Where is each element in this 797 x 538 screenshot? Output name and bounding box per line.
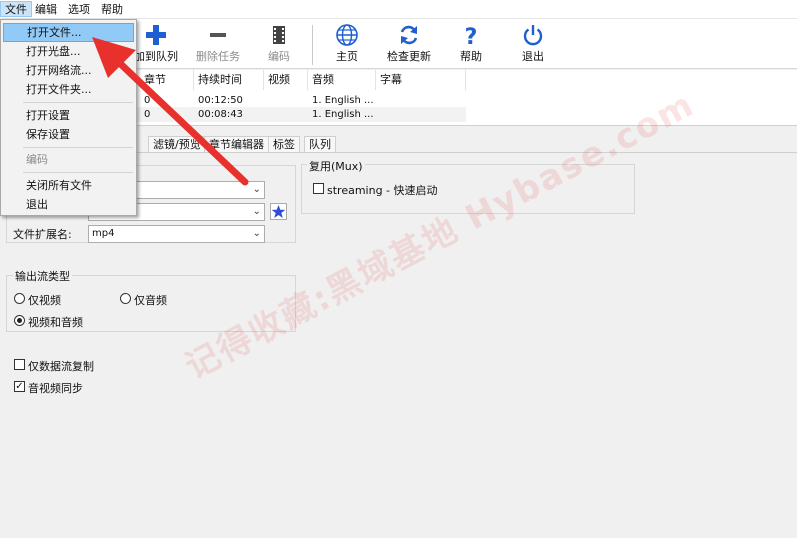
- file-extension-combo[interactable]: mp4 ⌄: [88, 225, 265, 243]
- menu-options[interactable]: 选项: [64, 2, 94, 18]
- help-button[interactable]: ? 帮助: [441, 21, 501, 67]
- file-extension-value: mp4: [92, 228, 115, 239]
- menu-edit[interactable]: 编辑: [31, 2, 61, 18]
- menu-exit[interactable]: 退出: [3, 195, 134, 214]
- row2-duration[interactable]: 00:08:43: [194, 107, 264, 122]
- menu-open-disc[interactable]: 打开光盘...: [3, 42, 134, 61]
- col-chapter[interactable]: 章节: [140, 70, 194, 90]
- remove-task-button[interactable]: 删除任务: [188, 21, 248, 67]
- tab-filters-preview[interactable]: 滤镜/预览: [148, 136, 206, 153]
- col-audio[interactable]: 音频: [308, 70, 376, 90]
- menu-bar: 文件 编辑 选项 帮助: [0, 0, 797, 19]
- streaming-checkbox[interactable]: [313, 183, 324, 194]
- menu-separator: [23, 102, 133, 103]
- menu-open-folder[interactable]: 打开文件夹...: [3, 80, 134, 99]
- row2-audio[interactable]: 1. English ...: [308, 107, 376, 122]
- menu-open-file[interactable]: 打开文件...: [3, 23, 134, 42]
- encode-label: 编码: [268, 50, 290, 63]
- home-label: 主页: [336, 50, 358, 63]
- chevron-down-icon: ⌄: [252, 228, 261, 239]
- tab-queue[interactable]: 队列: [304, 136, 336, 153]
- row1-duration[interactable]: 00:12:50: [194, 93, 264, 108]
- exit-label: 退出: [522, 50, 544, 63]
- help-label: 帮助: [460, 50, 482, 63]
- menu-open-settings[interactable]: 打开设置: [3, 106, 134, 125]
- encode-button[interactable]: 编码: [249, 21, 309, 67]
- question-icon: ?: [441, 23, 501, 50]
- data-copy-label: 仅数据流复制: [28, 360, 94, 373]
- audio-only-label: 仅音频: [134, 294, 167, 307]
- row2-chapter[interactable]: 0: [140, 107, 194, 122]
- refresh-icon: [379, 23, 439, 47]
- favorite-button[interactable]: [270, 203, 287, 220]
- exit-button[interactable]: 退出: [503, 21, 563, 67]
- star-icon: [271, 205, 286, 218]
- check-update-button[interactable]: 检查更新: [379, 21, 439, 67]
- video-audio-label: 视频和音频: [28, 316, 83, 329]
- check-update-label: 检查更新: [387, 50, 431, 63]
- audio-only-radio[interactable]: [120, 293, 131, 304]
- col-duration[interactable]: 持续时间: [194, 70, 264, 90]
- video-only-label: 仅视频: [28, 294, 61, 307]
- file-menu-dropdown: 打开文件... 打开光盘... 打开网络流... 打开文件夹... 打开设置 保…: [0, 19, 137, 216]
- svg-text:?: ?: [465, 25, 478, 47]
- streaming-label: streaming - 快速启动: [327, 184, 438, 197]
- chevron-down-icon: ⌄: [252, 206, 261, 217]
- output-stream-title: 输出流类型: [13, 268, 72, 284]
- tab-chapter-editor[interactable]: 章节编辑器: [204, 136, 269, 153]
- menu-close-all-files[interactable]: 关闭所有文件: [3, 176, 134, 195]
- row1-chapter[interactable]: 0: [140, 93, 194, 108]
- toolbar-separator: [312, 25, 313, 65]
- home-button[interactable]: 主页: [317, 21, 377, 67]
- col-video[interactable]: 视频: [264, 70, 308, 90]
- globe-icon: [317, 23, 377, 47]
- tab-tags[interactable]: 标签: [268, 136, 300, 153]
- menu-open-network-stream[interactable]: 打开网络流...: [3, 61, 134, 80]
- power-icon: [503, 23, 563, 47]
- file-extension-label: 文件扩展名:: [13, 228, 72, 241]
- menu-separator: [23, 147, 133, 148]
- menu-file[interactable]: 文件: [0, 1, 32, 17]
- col-subtitle[interactable]: 字幕: [376, 70, 466, 90]
- minus-icon: [188, 23, 248, 47]
- chevron-down-icon: ⌄: [252, 184, 261, 195]
- menu-help[interactable]: 帮助: [97, 2, 127, 18]
- av-sync-checkbox[interactable]: ✓: [14, 381, 25, 392]
- menu-separator: [23, 172, 133, 173]
- video-audio-radio[interactable]: [14, 315, 25, 326]
- av-sync-label: 音视频同步: [28, 382, 83, 395]
- data-copy-checkbox[interactable]: [14, 359, 25, 370]
- remove-task-label: 删除任务: [196, 50, 240, 63]
- menu-save-settings[interactable]: 保存设置: [3, 125, 134, 144]
- menu-encode[interactable]: 编码: [3, 150, 134, 169]
- video-only-radio[interactable]: [14, 293, 25, 304]
- row1-audio[interactable]: 1. English ...: [308, 93, 376, 108]
- mux-title: 复用(Mux): [307, 158, 365, 174]
- film-icon: [249, 23, 309, 47]
